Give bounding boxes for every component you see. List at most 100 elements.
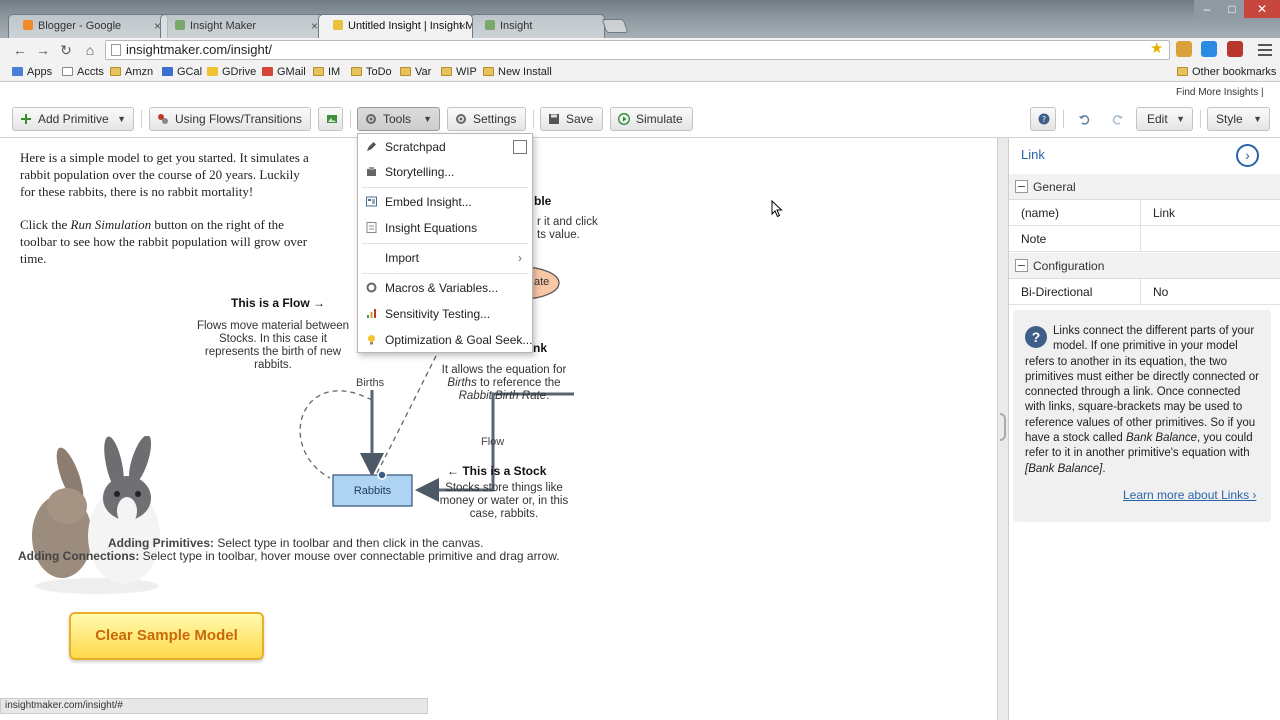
browser-tab[interactable]: Blogger - Google × bbox=[8, 14, 168, 38]
rabbit-illustration bbox=[32, 436, 160, 594]
bar-chart-icon bbox=[367, 309, 376, 318]
rate-variable-label: ate bbox=[534, 276, 550, 288]
gear-icon bbox=[456, 114, 466, 124]
learn-more-links-link[interactable]: Learn more about Links › bbox=[1123, 488, 1256, 503]
browser-tab[interactable]: Insight bbox=[470, 14, 605, 38]
extension-icon[interactable] bbox=[1176, 41, 1192, 57]
menu-item-macros-variables[interactable]: Macros & Variables... bbox=[358, 276, 532, 300]
settings-button[interactable]: Settings bbox=[447, 107, 526, 131]
story-icon bbox=[367, 167, 376, 176]
group-general[interactable]: General bbox=[1009, 174, 1280, 200]
page-icon bbox=[111, 44, 121, 56]
collapse-panel-icon[interactable]: › bbox=[1236, 144, 1259, 167]
address-url: insightmaker.com/insight/ bbox=[126, 42, 272, 57]
property-row-bidirectional[interactable]: Bi-Directional No bbox=[1009, 279, 1280, 305]
link-callout-text: It allows the equation for Births to ref… bbox=[441, 364, 567, 402]
tab-close-icon[interactable]: × bbox=[311, 15, 318, 37]
property-row-name[interactable]: (name) Link bbox=[1009, 200, 1280, 226]
hint-adding-connections: Adding Connections: Select type in toolb… bbox=[18, 549, 560, 563]
apps-grid-icon bbox=[12, 67, 23, 76]
browser-tab[interactable]: Insight Maker × bbox=[160, 14, 325, 38]
group-configuration[interactable]: Configuration bbox=[1009, 253, 1280, 279]
image-button[interactable] bbox=[318, 107, 343, 131]
flow-callout-text: Flows move material between Stocks. In t… bbox=[196, 320, 350, 371]
bookmark-folder[interactable]: Amzn bbox=[110, 64, 153, 80]
bookmark-item[interactable]: GDrive bbox=[207, 64, 256, 80]
bookmarks-bar: Apps Accts Amzn GCal GDrive GMail IM ToD… bbox=[0, 62, 1280, 82]
menu-item-optimization-goal-seek[interactable]: Optimization & Goal Seek... bbox=[358, 328, 532, 352]
menu-item-insight-equations[interactable]: Insight Equations bbox=[358, 216, 532, 240]
collapse-minus-icon[interactable] bbox=[1015, 259, 1028, 272]
link-help-box: ? Links connect the different parts of y… bbox=[1013, 310, 1271, 522]
tab-close-icon[interactable]: × bbox=[459, 15, 466, 37]
browser-tab-active[interactable]: Untitled Insight | Insight M × bbox=[318, 14, 473, 38]
link-callout-title: nk bbox=[533, 341, 548, 355]
using-flows-button[interactable]: Using Flows/Transitions bbox=[149, 107, 311, 131]
extension-icon[interactable] bbox=[1201, 41, 1217, 57]
collapse-minus-icon[interactable] bbox=[1015, 180, 1028, 193]
forward-arrow-icon[interactable]: → bbox=[33, 41, 53, 59]
edit-menu-button[interactable]: Edit ▼ bbox=[1136, 107, 1193, 131]
plus-icon bbox=[21, 114, 31, 124]
gear-icon bbox=[366, 282, 377, 293]
bookmark-item[interactable]: Accts bbox=[62, 64, 104, 80]
app-toolbar: Add Primitive ▼ Using Flows/Transitions T… bbox=[0, 100, 1280, 138]
svg-text:?: ? bbox=[1042, 115, 1046, 124]
bookmark-apps[interactable]: Apps bbox=[12, 64, 52, 80]
folder-icon bbox=[483, 67, 494, 76]
intro-paragraph-1: Here is a simple model to get you starte… bbox=[20, 150, 309, 199]
bookmark-folder[interactable]: New Install bbox=[483, 64, 552, 80]
add-primitive-button[interactable]: Add Primitive ▼ bbox=[12, 107, 134, 131]
tools-button[interactable]: Tools ▼ bbox=[357, 107, 440, 131]
link-handle-icon[interactable] bbox=[377, 470, 387, 480]
undo-button[interactable] bbox=[1070, 107, 1096, 131]
stock-callout-text: Stocks store things like money or water … bbox=[439, 482, 569, 520]
menu-item-import[interactable]: Import › bbox=[358, 246, 532, 270]
bookmark-star-icon[interactable]: ★ bbox=[1150, 39, 1163, 57]
tab-label: Blogger - Google bbox=[38, 20, 122, 32]
help-button[interactable]: ? bbox=[1030, 107, 1056, 131]
clear-sample-model-button[interactable]: Clear Sample Model bbox=[69, 612, 264, 660]
save-button[interactable]: Save bbox=[540, 107, 603, 131]
menu-item-embed-insight[interactable]: Embed Insight... bbox=[358, 190, 532, 214]
question-icon: ? bbox=[1025, 326, 1047, 348]
link-connection[interactable] bbox=[299, 390, 373, 479]
reload-icon[interactable]: ↻ bbox=[56, 41, 76, 59]
gdrive-icon bbox=[207, 67, 218, 76]
new-tab-button[interactable] bbox=[601, 19, 629, 33]
style-menu-button[interactable]: Style ▼ bbox=[1207, 107, 1270, 131]
bookmark-item[interactable]: GCal bbox=[162, 64, 202, 80]
menu-item-sensitivity-testing[interactable]: Sensitivity Testing... bbox=[358, 302, 532, 326]
folder-icon bbox=[441, 67, 452, 76]
chrome-menu-icon[interactable] bbox=[1257, 41, 1273, 57]
bookmark-item[interactable]: GMail bbox=[262, 64, 306, 80]
simulate-button[interactable]: Simulate bbox=[610, 107, 693, 131]
tab-label: Insight bbox=[500, 20, 533, 32]
intro-paragraph-2: Click the Run Simulation button on the r… bbox=[20, 217, 308, 266]
bookmark-folder[interactable]: Var bbox=[400, 64, 431, 80]
menu-item-scratchpad[interactable]: Scratchpad bbox=[358, 135, 532, 159]
home-icon[interactable]: ⌂ bbox=[80, 41, 100, 59]
window-minimize-button[interactable]: – bbox=[1194, 0, 1220, 18]
panel-splitter[interactable] bbox=[997, 138, 1009, 720]
other-bookmarks-folder[interactable]: Other bookmarks bbox=[1177, 64, 1276, 80]
window-maximize-button[interactable]: □ bbox=[1220, 0, 1244, 18]
extension-icon[interactable] bbox=[1227, 41, 1243, 57]
bookmark-folder[interactable]: WIP bbox=[441, 64, 477, 80]
menu-item-storytelling[interactable]: Storytelling... bbox=[358, 160, 532, 184]
scratchpad-checkbox[interactable] bbox=[513, 140, 527, 154]
bookmark-folder[interactable]: ToDo bbox=[351, 64, 392, 80]
find-more-insights-link[interactable]: Find More Insights | bbox=[1176, 87, 1264, 98]
embed-icon bbox=[366, 196, 377, 207]
redo-button[interactable] bbox=[1104, 107, 1130, 131]
bookmark-folder[interactable]: IM bbox=[313, 64, 340, 80]
flow-callout-title: This is a Flow → bbox=[231, 296, 326, 310]
tab-label: Untitled Insight | Insight M bbox=[348, 20, 473, 32]
splitter-grip-icon[interactable] bbox=[1000, 413, 1006, 441]
property-row-note[interactable]: Note bbox=[1009, 226, 1280, 252]
address-bar[interactable]: insightmaker.com/insight/ bbox=[105, 40, 1170, 60]
blogger-favicon-icon bbox=[23, 20, 33, 30]
window-close-button[interactable]: ✕ bbox=[1244, 0, 1280, 18]
mouse-cursor-icon bbox=[771, 200, 783, 218]
back-arrow-icon[interactable]: ← bbox=[10, 41, 30, 59]
